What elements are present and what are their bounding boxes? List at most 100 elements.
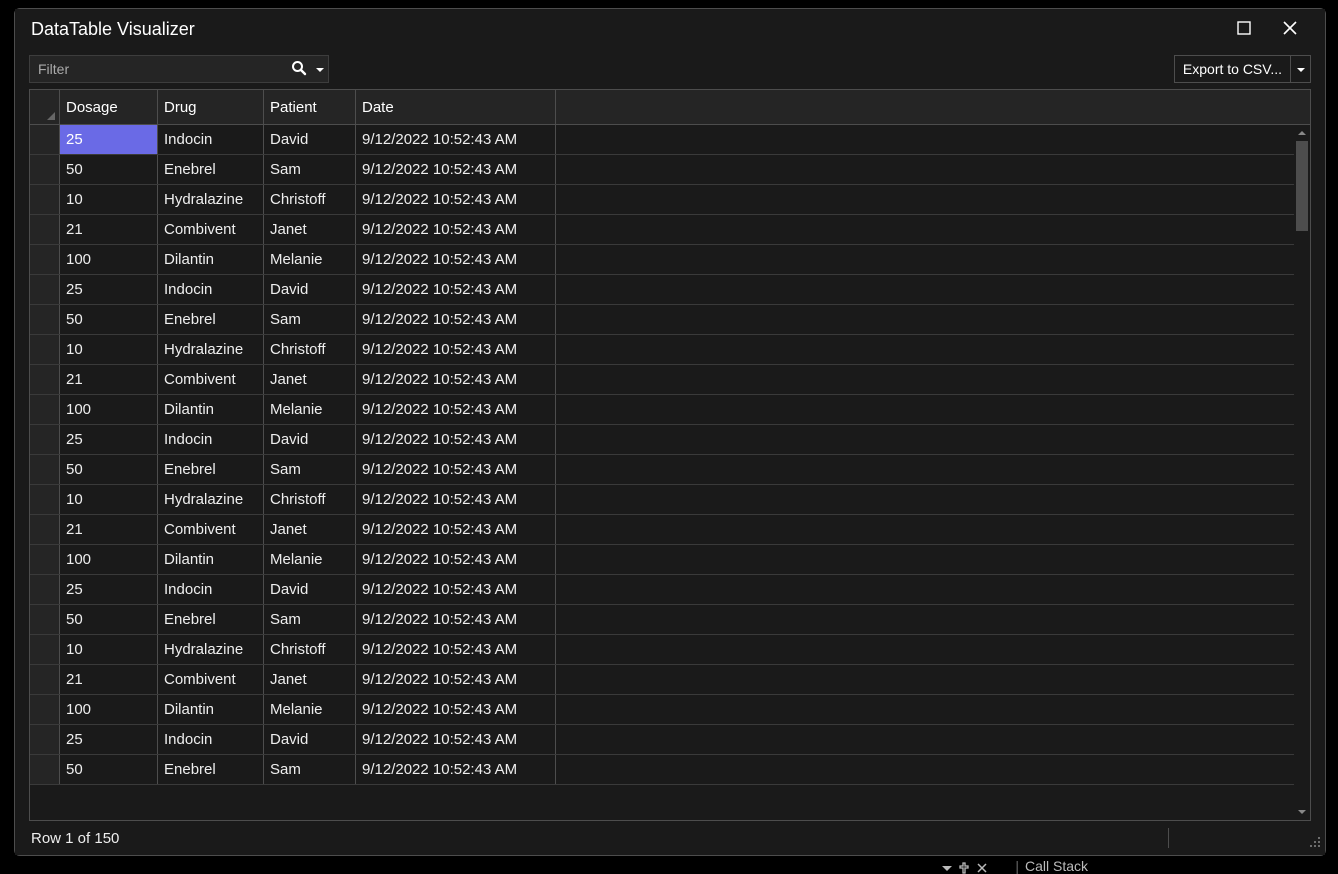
- cell-drug[interactable]: Combivent: [158, 515, 264, 544]
- cell-date[interactable]: 9/12/2022 10:52:43 AM: [356, 305, 556, 334]
- row-header[interactable]: [30, 455, 60, 484]
- cell-drug[interactable]: Dilantin: [158, 395, 264, 424]
- cell-patient[interactable]: Janet: [264, 515, 356, 544]
- row-header[interactable]: [30, 515, 60, 544]
- cell-drug[interactable]: Hydralazine: [158, 485, 264, 514]
- table-row[interactable]: 100DilantinMelanie9/12/2022 10:52:43 AM: [30, 695, 1294, 725]
- cell-date[interactable]: 9/12/2022 10:52:43 AM: [356, 635, 556, 664]
- resize-grip[interactable]: [1307, 834, 1321, 851]
- column-header-drug[interactable]: Drug: [158, 90, 264, 124]
- row-header[interactable]: [30, 125, 60, 154]
- cell-date[interactable]: 9/12/2022 10:52:43 AM: [356, 275, 556, 304]
- cell-drug[interactable]: Indocin: [158, 725, 264, 754]
- column-header-dosage[interactable]: Dosage: [60, 90, 158, 124]
- cell-date[interactable]: 9/12/2022 10:52:43 AM: [356, 365, 556, 394]
- cell-date[interactable]: 9/12/2022 10:52:43 AM: [356, 425, 556, 454]
- cell-drug[interactable]: Dilantin: [158, 545, 264, 574]
- cell-drug[interactable]: Enebrel: [158, 455, 264, 484]
- cell-drug[interactable]: Indocin: [158, 575, 264, 604]
- cell-patient[interactable]: Christoff: [264, 335, 356, 364]
- cell-patient[interactable]: Sam: [264, 155, 356, 184]
- cell-drug[interactable]: Dilantin: [158, 245, 264, 274]
- cell-patient[interactable]: Christoff: [264, 185, 356, 214]
- row-header[interactable]: [30, 215, 60, 244]
- cell-patient[interactable]: Christoff: [264, 635, 356, 664]
- table-row[interactable]: 10HydralazineChristoff9/12/2022 10:52:43…: [30, 485, 1294, 515]
- cell-dosage[interactable]: 10: [60, 635, 158, 664]
- row-header[interactable]: [30, 755, 60, 784]
- scroll-thumb[interactable]: [1296, 141, 1308, 231]
- cell-patient[interactable]: Janet: [264, 215, 356, 244]
- row-header[interactable]: [30, 635, 60, 664]
- cell-date[interactable]: 9/12/2022 10:52:43 AM: [356, 485, 556, 514]
- table-row[interactable]: 25IndocinDavid9/12/2022 10:52:43 AM: [30, 425, 1294, 455]
- cell-date[interactable]: 9/12/2022 10:52:43 AM: [356, 755, 556, 784]
- cell-drug[interactable]: Enebrel: [158, 605, 264, 634]
- cell-drug[interactable]: Enebrel: [158, 155, 264, 184]
- cell-patient[interactable]: Christoff: [264, 485, 356, 514]
- row-header[interactable]: [30, 245, 60, 274]
- select-all-corner[interactable]: [30, 90, 60, 124]
- row-header[interactable]: [30, 275, 60, 304]
- row-header[interactable]: [30, 365, 60, 394]
- cell-patient[interactable]: David: [264, 725, 356, 754]
- maximize-button[interactable]: [1221, 13, 1267, 45]
- cell-dosage[interactable]: 21: [60, 665, 158, 694]
- row-header[interactable]: [30, 485, 60, 514]
- filter-input[interactable]: [30, 61, 286, 77]
- cell-drug[interactable]: Enebrel: [158, 305, 264, 334]
- cell-dosage[interactable]: 21: [60, 365, 158, 394]
- cell-drug[interactable]: Hydralazine: [158, 185, 264, 214]
- table-row[interactable]: 10HydralazineChristoff9/12/2022 10:52:43…: [30, 635, 1294, 665]
- row-header[interactable]: [30, 305, 60, 334]
- row-header[interactable]: [30, 545, 60, 574]
- table-row[interactable]: 100DilantinMelanie9/12/2022 10:52:43 AM: [30, 245, 1294, 275]
- cell-dosage[interactable]: 100: [60, 695, 158, 724]
- table-row[interactable]: 100DilantinMelanie9/12/2022 10:52:43 AM: [30, 395, 1294, 425]
- export-csv-button[interactable]: Export to CSV...: [1175, 56, 1290, 82]
- row-header[interactable]: [30, 695, 60, 724]
- cell-date[interactable]: 9/12/2022 10:52:43 AM: [356, 545, 556, 574]
- table-row[interactable]: 25IndocinDavid9/12/2022 10:52:43 AM: [30, 575, 1294, 605]
- table-row[interactable]: 50EnebrelSam9/12/2022 10:52:43 AM: [30, 605, 1294, 635]
- scroll-up-button[interactable]: [1294, 125, 1310, 141]
- close-button[interactable]: [1267, 13, 1313, 45]
- cell-dosage[interactable]: 100: [60, 545, 158, 574]
- row-header[interactable]: [30, 425, 60, 454]
- cell-date[interactable]: 9/12/2022 10:52:43 AM: [356, 605, 556, 634]
- cell-dosage[interactable]: 25: [60, 125, 158, 154]
- cell-date[interactable]: 9/12/2022 10:52:43 AM: [356, 245, 556, 274]
- table-row[interactable]: 25IndocinDavid9/12/2022 10:52:43 AM: [30, 125, 1294, 155]
- cell-drug[interactable]: Combivent: [158, 365, 264, 394]
- cell-date[interactable]: 9/12/2022 10:52:43 AM: [356, 125, 556, 154]
- cell-date[interactable]: 9/12/2022 10:52:43 AM: [356, 215, 556, 244]
- scroll-down-button[interactable]: [1294, 804, 1310, 820]
- table-row[interactable]: 21CombiventJanet9/12/2022 10:52:43 AM: [30, 215, 1294, 245]
- table-row[interactable]: 10HydralazineChristoff9/12/2022 10:52:43…: [30, 335, 1294, 365]
- column-header-patient[interactable]: Patient: [264, 90, 356, 124]
- cell-date[interactable]: 9/12/2022 10:52:43 AM: [356, 575, 556, 604]
- cell-dosage[interactable]: 10: [60, 335, 158, 364]
- vertical-scrollbar[interactable]: [1294, 125, 1310, 820]
- cell-patient[interactable]: David: [264, 275, 356, 304]
- cell-dosage[interactable]: 100: [60, 245, 158, 274]
- cell-patient[interactable]: David: [264, 575, 356, 604]
- cell-date[interactable]: 9/12/2022 10:52:43 AM: [356, 695, 556, 724]
- cell-dosage[interactable]: 25: [60, 575, 158, 604]
- cell-dosage[interactable]: 25: [60, 725, 158, 754]
- cell-date[interactable]: 9/12/2022 10:52:43 AM: [356, 335, 556, 364]
- cell-dosage[interactable]: 50: [60, 755, 158, 784]
- cell-patient[interactable]: Sam: [264, 605, 356, 634]
- table-row[interactable]: 50EnebrelSam9/12/2022 10:52:43 AM: [30, 155, 1294, 185]
- cell-dosage[interactable]: 100: [60, 395, 158, 424]
- row-header[interactable]: [30, 155, 60, 184]
- cell-drug[interactable]: Enebrel: [158, 755, 264, 784]
- cell-date[interactable]: 9/12/2022 10:52:43 AM: [356, 155, 556, 184]
- cell-patient[interactable]: Sam: [264, 455, 356, 484]
- cell-drug[interactable]: Combivent: [158, 215, 264, 244]
- cell-date[interactable]: 9/12/2022 10:52:43 AM: [356, 185, 556, 214]
- table-row[interactable]: 50EnebrelSam9/12/2022 10:52:43 AM: [30, 455, 1294, 485]
- row-header[interactable]: [30, 665, 60, 694]
- cell-patient[interactable]: David: [264, 125, 356, 154]
- cell-dosage[interactable]: 25: [60, 275, 158, 304]
